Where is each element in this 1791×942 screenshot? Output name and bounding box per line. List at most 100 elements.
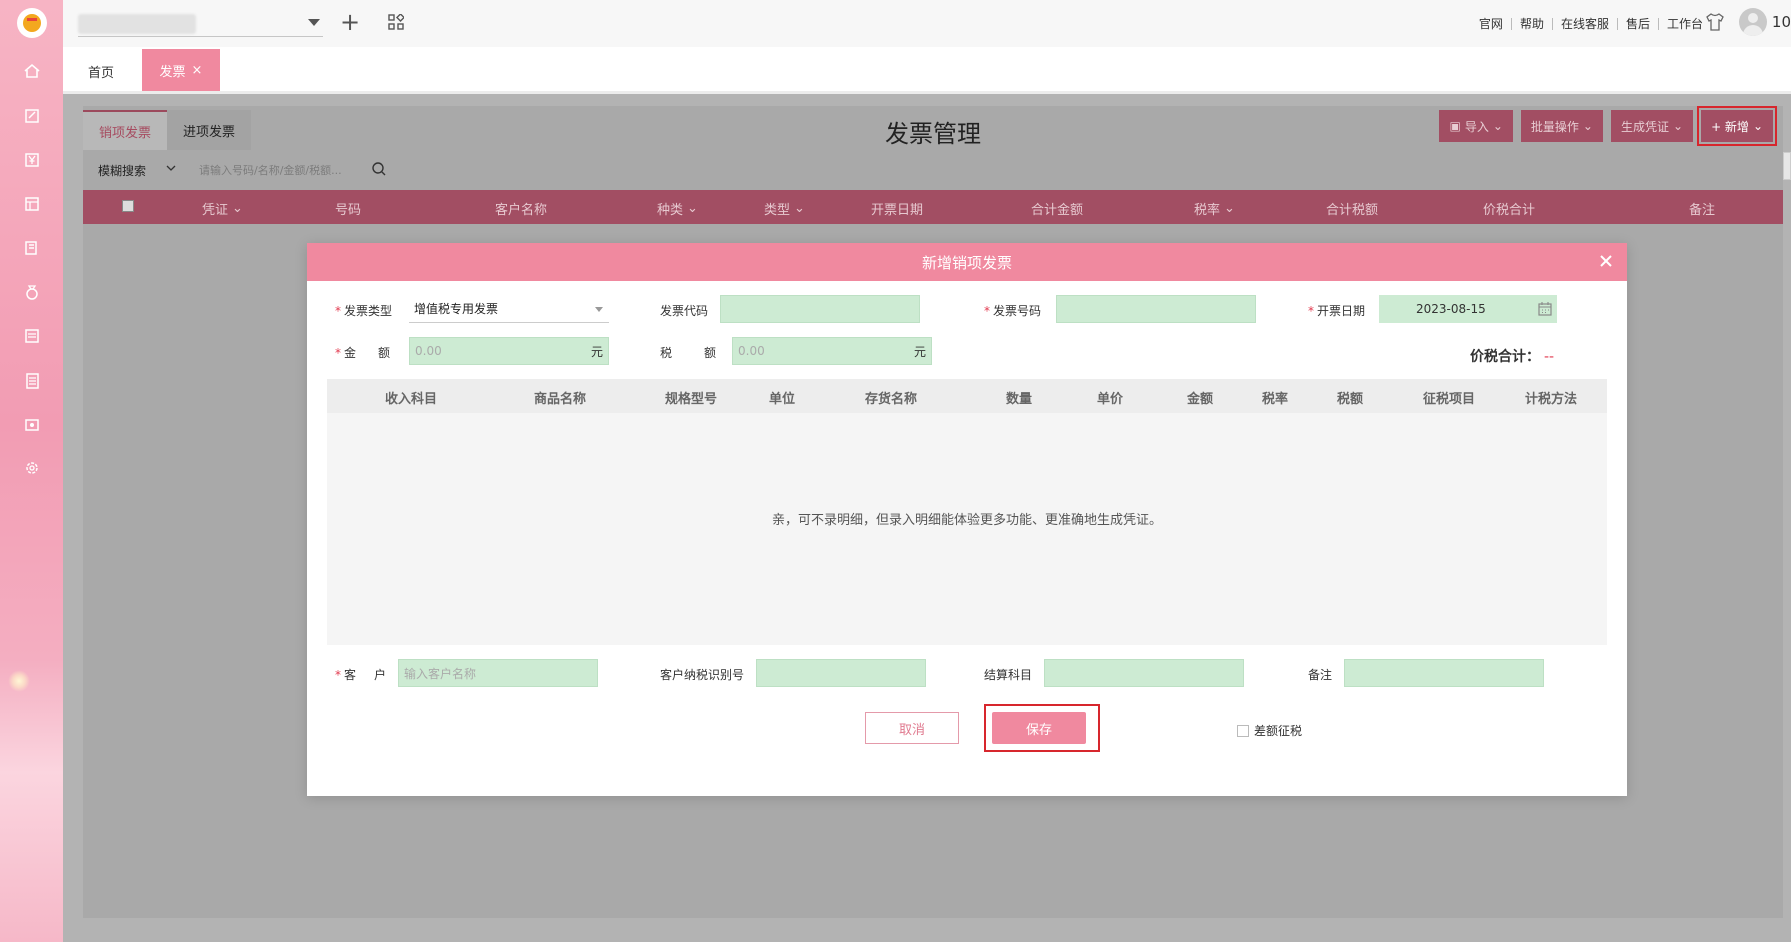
col-unit: 单位 [769, 392, 796, 407]
customer-tax-id-label: 客户纳税识别号 [660, 668, 745, 682]
invoice-type-select[interactable]: 增值税专用发票 [409, 295, 609, 323]
col-product-name: 商品名称 [534, 392, 587, 407]
column-number: 号码 [335, 203, 362, 218]
tab-invoice[interactable]: 发票 × [142, 49, 220, 91]
search-input[interactable]: 请输入号码/名称/金额/税额... [193, 156, 393, 184]
add-icon[interactable]: + [340, 10, 360, 34]
invoice-type-label: * 发票类型 [335, 304, 393, 318]
issue-date-label: * 开票日期 [1308, 304, 1366, 318]
link-workbench[interactable]: 工作台 [1659, 15, 1711, 32]
invoice-code-input[interactable] [720, 295, 920, 323]
checkbox[interactable] [1237, 724, 1249, 737]
company-dropdown-caret-icon[interactable] [308, 19, 320, 26]
column-tax-inclusive-total: 价税合计 [1483, 203, 1536, 218]
dropdown-arrow-icon [595, 307, 603, 312]
import-button[interactable]: ▣ 导入 ⌄ [1439, 110, 1513, 142]
generate-voucher-button[interactable]: 生成凭证 ⌄ [1610, 110, 1694, 142]
invoice-icon[interactable] [21, 325, 43, 347]
user-number[interactable]: 10 [1772, 13, 1791, 31]
tax-inclusive-total: 价税合计： -- [1470, 349, 1555, 365]
chevron-down-icon: ⌄ [687, 201, 698, 216]
new-sales-invoice-dialog: 新增销项发票 * 发票类型 增值税专用发票 发票代码 * 发票号码 * 开票日期 20… [307, 243, 1627, 796]
invoice-number-input[interactable] [1056, 295, 1256, 323]
detail-empty-hint: 亲，可不录明细，但录入明细能体验更多功能、更准确地生成凭证。 [771, 513, 1162, 528]
tax-amount-label: 税额 [660, 346, 717, 360]
column-total-amount: 合计金额 [1031, 203, 1084, 218]
import-icon: ▣ [1449, 119, 1461, 133]
amount-input[interactable]: 0.00 元 [409, 337, 609, 365]
column-issue-date: 开票日期 [871, 203, 924, 218]
link-official-site[interactable]: 官网 [1471, 15, 1511, 32]
col-tax: 税额 [1337, 392, 1364, 407]
tab-home[interactable]: 首页 [88, 62, 114, 81]
col-inventory-name: 存货名称 [865, 392, 918, 407]
money-bag-icon[interactable] [21, 281, 43, 303]
search-mode-select[interactable]: 模糊搜索 [83, 156, 183, 184]
side-collapse-handle[interactable] [1783, 152, 1791, 180]
top-links: 官网 帮助 在线客服 售后 工作台 [1471, 15, 1711, 32]
column-total-tax: 合计税额 [1326, 203, 1379, 218]
calendar-icon[interactable] [1537, 301, 1553, 317]
chevron-down-icon: ⌄ [232, 201, 243, 216]
dialog-title: 新增销项发票 [921, 253, 1012, 272]
chevron-down-icon: ⌄ [1752, 119, 1763, 133]
col-tax-method: 计税方法 [1525, 392, 1578, 407]
chevron-down-icon [166, 165, 176, 171]
ledger-icon[interactable] [21, 193, 43, 215]
user-avatar[interactable] [1739, 8, 1767, 36]
company-selector[interactable] [78, 14, 196, 34]
chevron-down-icon: ⌄ [1582, 119, 1593, 133]
column-type[interactable]: 类型 ⌄ [764, 199, 805, 218]
amount-label: * 金额 [335, 346, 391, 360]
column-customer: 客户名称 [495, 203, 548, 218]
cancel-button[interactable]: 取消 [865, 712, 959, 744]
col-tax-item: 征税项目 [1423, 392, 1476, 407]
column-tax-rate[interactable]: 税率 ⌄ [1194, 199, 1235, 218]
book-icon[interactable] [21, 237, 43, 259]
app-logo[interactable] [17, 8, 47, 38]
edit-doc-icon[interactable] [21, 105, 43, 127]
home-icon[interactable] [21, 60, 43, 82]
select-all-checkbox[interactable] [122, 200, 134, 212]
action-buttons: ▣ 导入 ⌄ 批量操作 ⌄ 生成凭证 ⌄ + 新增 ⌄ [1439, 106, 1777, 146]
save-button[interactable]: 保存 [992, 712, 1086, 744]
customer-label: * 客户 [335, 668, 387, 682]
tax-amount-input[interactable]: 0.00 元 [732, 337, 932, 365]
add-new-button[interactable]: + 新增 ⌄ [1697, 106, 1777, 146]
assets-icon[interactable] [21, 414, 43, 436]
yen-icon[interactable] [21, 149, 43, 171]
theme-shirt-icon[interactable] [1705, 12, 1725, 32]
customer-input[interactable]: 输入客户名称 [398, 659, 598, 687]
col-spec: 规格型号 [665, 392, 718, 407]
apps-grid-icon[interactable] [388, 14, 404, 30]
search-icon[interactable] [371, 161, 387, 177]
col-unit-price: 单价 [1097, 392, 1124, 407]
column-kind[interactable]: 种类 ⌄ [657, 199, 698, 218]
report-icon[interactable] [21, 370, 43, 392]
remark-input[interactable] [1344, 659, 1544, 687]
chevron-down-icon: ⌄ [1224, 201, 1235, 216]
link-help[interactable]: 帮助 [1512, 15, 1552, 32]
settlement-account-input[interactable] [1044, 659, 1244, 687]
search-row: 模糊搜索 请输入号码/名称/金额/税额... [83, 150, 1783, 190]
customer-tax-id-input[interactable] [756, 659, 926, 687]
issue-date-input[interactable]: 2023-08-15 [1379, 295, 1557, 323]
batch-operation-button[interactable]: 批量操作 ⌄ [1520, 110, 1603, 142]
link-online-service[interactable]: 在线客服 [1553, 15, 1617, 32]
col-quantity: 数量 [1006, 392, 1033, 407]
top-bar: + 官网 帮助 在线客服 售后 工作台 10 [63, 0, 1791, 47]
link-after-sales[interactable]: 售后 [1618, 15, 1658, 32]
tab-close-icon[interactable]: × [192, 63, 203, 78]
page-tabs: 首页 发票 × [63, 47, 1791, 94]
detail-grid-body[interactable]: 亲，可不录明细，但录入明细能体验更多功能、更准确地生成凭证。 [327, 413, 1607, 645]
chevron-down-icon: ⌄ [1492, 119, 1503, 133]
close-icon[interactable] [1597, 252, 1615, 270]
sidebar-decoration [8, 670, 30, 692]
settings-icon[interactable] [21, 457, 43, 479]
column-voucher[interactable]: 凭证 ⌄ [202, 199, 243, 218]
difference-tax-checkbox[interactable]: 差额征税 [1237, 722, 1302, 739]
chevron-down-icon: ⌄ [794, 201, 805, 216]
col-tax-rate: 税率 [1262, 392, 1289, 407]
chevron-down-icon: ⌄ [1673, 119, 1684, 133]
col-amount: 金额 [1187, 392, 1214, 407]
